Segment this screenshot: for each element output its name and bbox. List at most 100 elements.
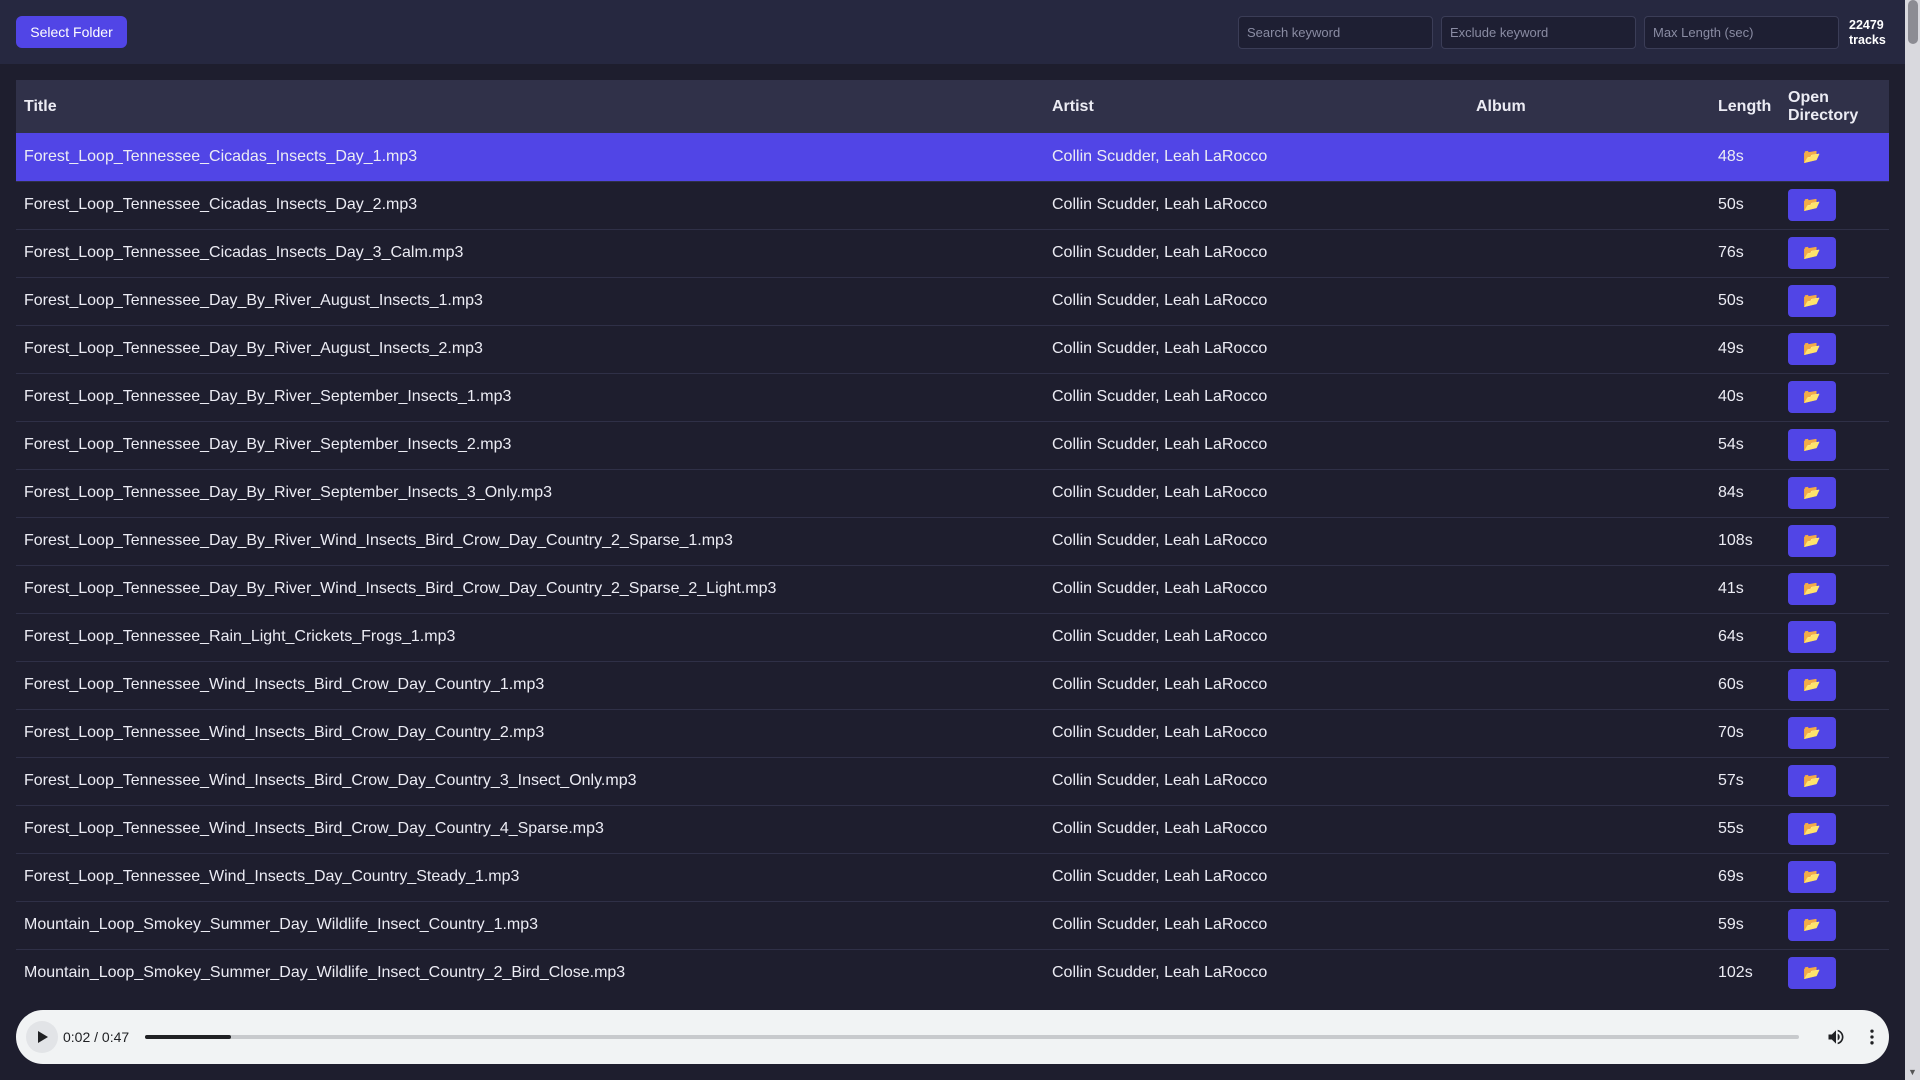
header-album[interactable]: Album xyxy=(1468,80,1710,133)
table-row[interactable]: Forest_Loop_Tennessee_Day_By_River_Wind_… xyxy=(16,517,1889,565)
folder-icon: 📂 xyxy=(1803,629,1821,645)
folder-icon: 📂 xyxy=(1803,485,1821,501)
open-directory-button[interactable]: 📂 xyxy=(1788,621,1836,653)
folder-icon: 📂 xyxy=(1803,821,1821,837)
track-artist: Collin Scudder, Leah LaRocco xyxy=(1052,484,1268,501)
open-directory-cell: 📂 xyxy=(1780,949,1889,995)
folder-icon: 📂 xyxy=(1803,148,1821,165)
open-directory-cell: 📂 xyxy=(1780,613,1889,661)
track-album xyxy=(1468,517,1710,565)
open-directory-button[interactable]: 📂 xyxy=(1788,765,1836,797)
table-row[interactable]: Forest_Loop_Tennessee_Wind_Insects_Bird_… xyxy=(16,805,1889,853)
page-scrollbar[interactable] xyxy=(1905,0,1920,1080)
open-directory-button[interactable]: 📂 xyxy=(1788,237,1836,269)
track-length: 55s xyxy=(1718,820,1744,837)
max-length-input[interactable] xyxy=(1644,16,1839,49)
table-row[interactable]: Forest_Loop_Tennessee_Cicadas_Insects_Da… xyxy=(16,133,1889,181)
open-directory-button[interactable]: 📂 xyxy=(1788,957,1836,989)
folder-icon: 📂 xyxy=(1803,581,1821,597)
track-artist: Collin Scudder, Leah LaRocco xyxy=(1052,532,1268,549)
open-directory-button[interactable]: 📂 xyxy=(1788,813,1836,845)
open-directory-button[interactable]: 📂 xyxy=(1788,285,1836,317)
tracks-table-body: Forest_Loop_Tennessee_Cicadas_Insects_Da… xyxy=(16,133,1889,995)
track-length: 102s xyxy=(1718,964,1753,981)
table-row[interactable]: Mountain_Loop_Smokey_Summer_Day_Wildlife… xyxy=(16,901,1889,949)
track-artist: Collin Scudder, Leah LaRocco xyxy=(1052,964,1268,981)
play-icon[interactable] xyxy=(26,1021,58,1053)
open-directory-button[interactable]: 📂 xyxy=(1788,333,1836,365)
scroll-down-arrow-icon[interactable]: ▼ xyxy=(1905,1065,1920,1080)
track-title: Forest_Loop_Tennessee_Day_By_River_Septe… xyxy=(24,388,512,405)
table-row[interactable]: Forest_Loop_Tennessee_Day_By_River_Augus… xyxy=(16,325,1889,373)
exclude-keyword-input[interactable] xyxy=(1441,16,1636,49)
open-directory-button[interactable]: 📂 xyxy=(1788,141,1836,173)
top-toolbar: Select Folder 22479 tracks xyxy=(0,0,1905,64)
select-folder-button[interactable]: Select Folder xyxy=(16,16,127,48)
track-album xyxy=(1468,613,1710,661)
track-album xyxy=(1468,853,1710,901)
open-directory-cell: 📂 xyxy=(1780,565,1889,613)
track-length: 84s xyxy=(1718,484,1744,501)
track-title: Forest_Loop_Tennessee_Cicadas_Insects_Da… xyxy=(24,244,464,261)
track-length: 70s xyxy=(1718,724,1744,741)
header-title[interactable]: Title xyxy=(16,80,1044,133)
table-header-row: Title Artist Album Length Open Directory xyxy=(16,80,1889,133)
track-length: 60s xyxy=(1718,676,1744,693)
folder-icon: 📂 xyxy=(1803,965,1821,981)
track-album xyxy=(1468,421,1710,469)
track-album xyxy=(1468,709,1710,757)
open-directory-button[interactable]: 📂 xyxy=(1788,909,1836,941)
open-directory-cell: 📂 xyxy=(1780,853,1889,901)
table-row[interactable]: Forest_Loop_Tennessee_Cicadas_Insects_Da… xyxy=(16,229,1889,277)
table-row[interactable]: Forest_Loop_Tennessee_Wind_Insects_Bird_… xyxy=(16,709,1889,757)
table-row[interactable]: Forest_Loop_Tennessee_Day_By_River_Septe… xyxy=(16,421,1889,469)
track-album xyxy=(1468,901,1710,949)
track-length: 54s xyxy=(1718,436,1744,453)
folder-icon: 📂 xyxy=(1803,533,1821,549)
search-keyword-input[interactable] xyxy=(1238,16,1433,49)
table-row[interactable]: Forest_Loop_Tennessee_Wind_Insects_Day_C… xyxy=(16,853,1889,901)
open-directory-button[interactable]: 📂 xyxy=(1788,573,1836,605)
open-directory-cell: 📂 xyxy=(1780,181,1889,229)
track-title: Forest_Loop_Tennessee_Wind_Insects_Day_C… xyxy=(24,868,520,885)
header-open-directory: Open Directory xyxy=(1788,88,1859,124)
table-row[interactable]: Forest_Loop_Tennessee_Wind_Insects_Bird_… xyxy=(16,757,1889,805)
more-vert-icon[interactable] xyxy=(1862,1027,1882,1047)
folder-icon: 📂 xyxy=(1803,197,1821,213)
page-scrollbar-thumb[interactable] xyxy=(1908,0,1918,44)
track-length: 40s xyxy=(1718,388,1744,405)
tracks-table-container[interactable]: Title Artist Album Length Open Directory… xyxy=(16,80,1889,995)
track-artist: Collin Scudder, Leah LaRocco xyxy=(1052,820,1268,837)
open-directory-button[interactable]: 📂 xyxy=(1788,861,1836,893)
audio-player: 0:02 / 0:47 xyxy=(16,1010,1889,1064)
open-directory-cell: 📂 xyxy=(1780,373,1889,421)
track-artist: Collin Scudder, Leah LaRocco xyxy=(1052,340,1268,357)
table-row[interactable]: Forest_Loop_Tennessee_Day_By_River_Wind_… xyxy=(16,565,1889,613)
table-row[interactable]: Forest_Loop_Tennessee_Rain_Light_Cricket… xyxy=(16,613,1889,661)
open-directory-button[interactable]: 📂 xyxy=(1788,669,1836,701)
track-title: Mountain_Loop_Smokey_Summer_Day_Wildlife… xyxy=(24,964,626,981)
open-directory-button[interactable]: 📂 xyxy=(1788,477,1836,509)
track-title: Forest_Loop_Tennessee_Wind_Insects_Bird_… xyxy=(24,724,545,741)
open-directory-button[interactable]: 📂 xyxy=(1788,429,1836,461)
table-row[interactable]: Forest_Loop_Tennessee_Wind_Insects_Bird_… xyxy=(16,661,1889,709)
open-directory-button[interactable]: 📂 xyxy=(1788,525,1836,557)
volume-icon[interactable] xyxy=(1826,1027,1846,1047)
open-directory-button[interactable]: 📂 xyxy=(1788,381,1836,413)
header-length[interactable]: Length xyxy=(1710,80,1780,133)
table-row[interactable]: Mountain_Loop_Smokey_Summer_Day_Wildlife… xyxy=(16,949,1889,995)
table-row[interactable]: Forest_Loop_Tennessee_Day_By_River_Septe… xyxy=(16,469,1889,517)
track-album xyxy=(1468,229,1710,277)
open-directory-cell: 📂 xyxy=(1780,229,1889,277)
track-length: 64s xyxy=(1718,628,1744,645)
table-row[interactable]: Forest_Loop_Tennessee_Day_By_River_Septe… xyxy=(16,373,1889,421)
track-length: 69s xyxy=(1718,868,1744,885)
open-directory-button[interactable]: 📂 xyxy=(1788,189,1836,221)
progress-slider[interactable] xyxy=(145,1035,1799,1039)
header-artist[interactable]: Artist xyxy=(1044,80,1468,133)
track-length: 108s xyxy=(1718,532,1753,549)
open-directory-button[interactable]: 📂 xyxy=(1788,717,1836,749)
table-row[interactable]: Forest_Loop_Tennessee_Cicadas_Insects_Da… xyxy=(16,181,1889,229)
open-directory-cell: 📂 xyxy=(1780,901,1889,949)
table-row[interactable]: Forest_Loop_Tennessee_Day_By_River_Augus… xyxy=(16,277,1889,325)
